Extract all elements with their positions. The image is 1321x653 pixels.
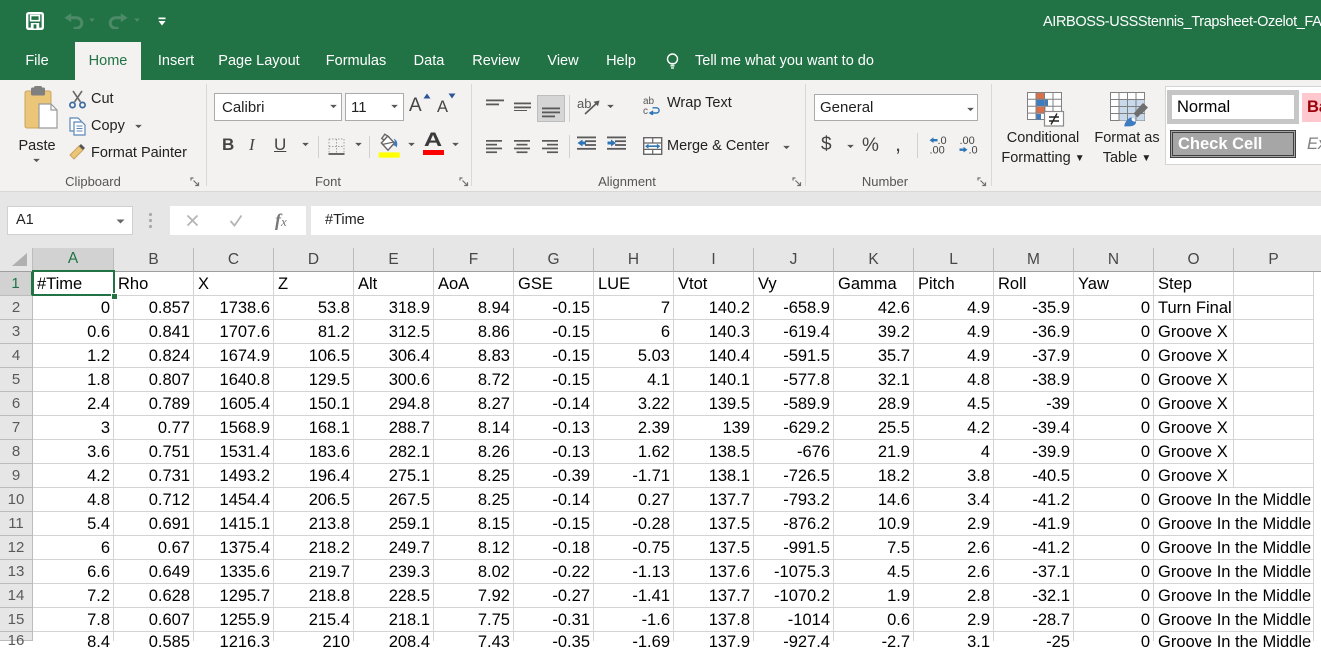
- svg-text:c: c: [643, 106, 648, 115]
- svg-text:.0: .0: [969, 145, 978, 156]
- svg-text:ab: ab: [577, 96, 591, 111]
- svg-text:.00: .00: [930, 145, 945, 156]
